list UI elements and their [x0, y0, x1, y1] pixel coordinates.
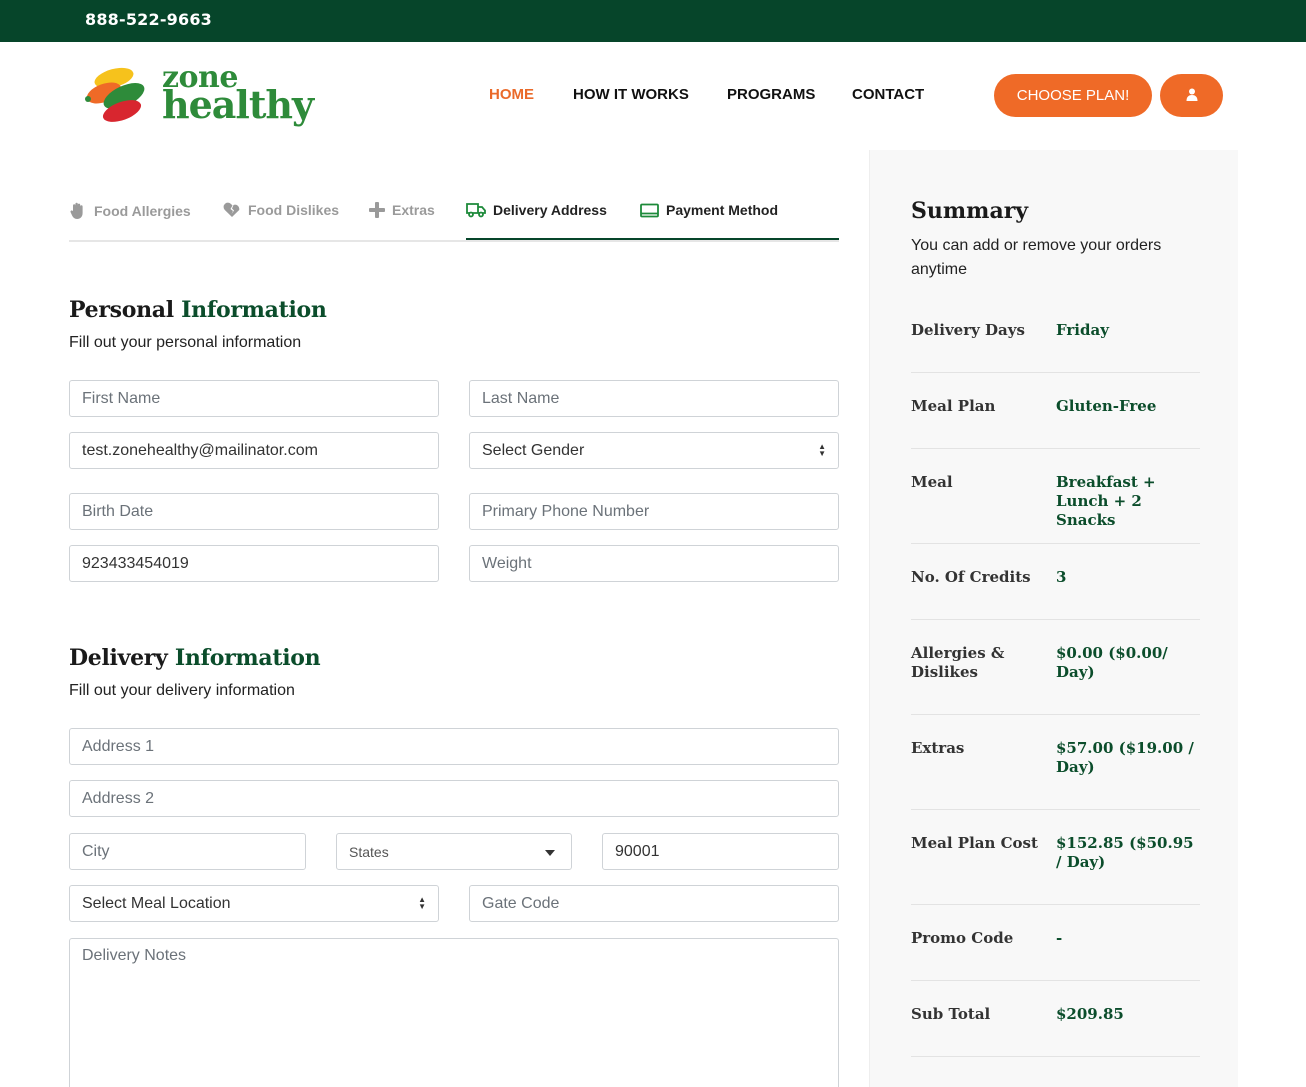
logo-mark-icon: [85, 67, 145, 122]
summary-value: $209.85: [1056, 1005, 1124, 1023]
birth-date-field[interactable]: [69, 493, 439, 530]
summary-label: Extras: [911, 739, 965, 757]
summary-value: Gluten-Free: [1056, 397, 1157, 415]
summary-label: Delivery Days: [911, 321, 1025, 339]
summary-title: Summary: [911, 198, 1029, 224]
summary-row: Delivery Days Friday: [911, 321, 1200, 373]
personal-info-title: Personal Information: [69, 297, 327, 323]
zip-field[interactable]: [602, 833, 839, 870]
delivery-info-title: Delivery Information: [69, 645, 321, 671]
summary-value: Breakfast + Lunch + 2 Snacks: [1056, 473, 1156, 529]
summary-row: Meal Breakfast + Lunch + 2 Snacks: [911, 473, 1200, 544]
summary-label: Sub Total: [911, 1005, 991, 1023]
weight-field[interactable]: [469, 545, 839, 582]
state-select[interactable]: States: [336, 833, 572, 870]
state-select-value: States: [349, 843, 389, 860]
summary-label: Promo Code: [911, 929, 1014, 947]
summary-value: $0.00 ($0.00/ Day): [1056, 644, 1168, 681]
meal-location-select[interactable]: Select Meal Location ▲ ▼: [69, 885, 439, 922]
step-payment-method[interactable]: Payment Method: [640, 202, 778, 218]
step-label: Food Allergies: [94, 203, 191, 219]
nav-how-it-works[interactable]: HOW IT WORKS: [573, 86, 689, 103]
last-name-field[interactable]: [469, 380, 839, 417]
summary-value: $152.85 ($50.95 / Day): [1056, 834, 1194, 871]
step-food-dislikes[interactable]: Food Dislikes: [223, 202, 339, 218]
logo[interactable]: zone healthy: [84, 60, 314, 127]
summary-row: Meal Plan Cost $152.85 ($50.95 / Day): [911, 834, 1200, 905]
gender-select[interactable]: Select Gender ▲ ▼: [469, 432, 839, 469]
address2-field[interactable]: [69, 780, 839, 817]
summary-row: Allergies & Dislikes $0.00 ($0.00/ Day): [911, 644, 1200, 715]
summary-row: Extras $57.00 ($19.00 / Day): [911, 739, 1200, 810]
summary-label: Meal Plan: [911, 397, 996, 415]
summary-value: Friday: [1056, 321, 1109, 339]
summary-row: Sub Total $209.85: [911, 1005, 1200, 1057]
truck-icon: [466, 203, 486, 218]
step-delivery-address[interactable]: Delivery Address: [466, 202, 607, 218]
nav-programs[interactable]: PROGRAMS: [727, 86, 815, 103]
personal-info-subtitle: Fill out your personal information: [69, 334, 302, 351]
plus-icon: [369, 202, 385, 218]
city-field[interactable]: [69, 833, 306, 870]
checkout-steps: Food Allergies Food Dislikes Extras Deli…: [69, 198, 839, 242]
summary-row: No. Of Credits 3: [911, 568, 1200, 620]
summary-row: Meal Plan Gluten-Free: [911, 397, 1200, 449]
summary-value: 3: [1056, 568, 1067, 586]
account-button[interactable]: [1160, 74, 1223, 117]
summary-value: $57.00 ($19.00 / Day): [1056, 739, 1194, 776]
gate-code-field[interactable]: [469, 885, 839, 922]
step-label: Extras: [392, 202, 435, 218]
order-summary: Summary You can add or remove your order…: [869, 150, 1238, 1087]
summary-value: -: [1056, 929, 1063, 947]
step-food-allergies[interactable]: Food Allergies: [69, 202, 191, 220]
email-field[interactable]: [69, 432, 439, 469]
summary-label: Meal Plan Cost: [911, 834, 1038, 852]
chevron-down-icon: [545, 850, 555, 856]
summary-row: Promo Code -: [911, 929, 1200, 981]
primary-phone-field[interactable]: [469, 493, 839, 530]
meal-location-value: Select Meal Location: [82, 894, 231, 912]
active-step-indicator: [466, 238, 839, 240]
nav-contact[interactable]: CONTACT: [852, 86, 924, 103]
address1-field[interactable]: [69, 728, 839, 765]
delivery-info-subtitle: Fill out your delivery information: [69, 682, 295, 699]
phone-number[interactable]: 888-522-9663: [85, 10, 212, 29]
summary-label: Allergies & Dislikes: [911, 644, 1005, 681]
top-bar: 888-522-9663: [0, 0, 1306, 42]
step-extras[interactable]: Extras: [369, 202, 435, 218]
user-icon: [1186, 88, 1197, 101]
gender-select-value: Select Gender: [482, 441, 585, 459]
updown-arrows-icon: ▲ ▼: [418, 895, 426, 911]
broken-heart-icon: [223, 202, 240, 217]
hand-icon: [70, 202, 83, 219]
step-label: Delivery Address: [493, 202, 607, 218]
choose-plan-button[interactable]: CHOOSE PLAN!: [994, 74, 1152, 117]
first-name-field[interactable]: [69, 380, 439, 417]
logo-text-healthy: healthy: [162, 82, 314, 127]
card-icon: [640, 203, 659, 217]
step-label: Payment Method: [666, 202, 779, 218]
updown-arrows-icon: ▲ ▼: [818, 442, 826, 458]
summary-label: Meal: [911, 473, 953, 491]
delivery-notes-field[interactable]: [69, 938, 839, 1087]
step-label: Food Dislikes: [248, 202, 340, 218]
phone-value-field[interactable]: [69, 545, 439, 582]
summary-intro: You can add or remove your orders anytim…: [911, 237, 1162, 278]
nav-home[interactable]: HOME: [489, 86, 534, 103]
summary-label: No. Of Credits: [911, 568, 1031, 586]
